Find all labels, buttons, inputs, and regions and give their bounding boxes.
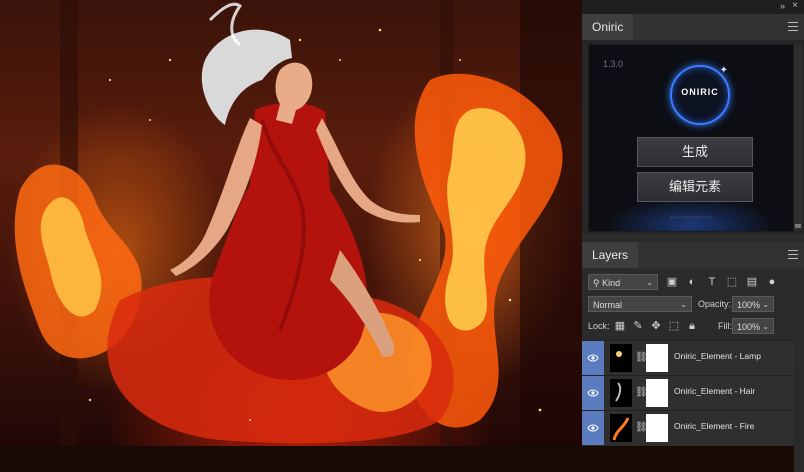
canvas-artwork: [14, 0, 582, 446]
adjustment-filter-icon[interactable]: ◐: [686, 276, 698, 288]
layers-menu-icon[interactable]: [788, 250, 798, 259]
layer-mask-thumbnail[interactable]: [646, 379, 668, 407]
visibility-toggle[interactable]: [582, 376, 604, 410]
website-link[interactable]: www.oniricsoft.com: [589, 215, 793, 221]
tab-layers[interactable]: Layers: [582, 242, 639, 268]
oniric-tab-row: Oniric: [582, 14, 804, 40]
lock-all-icon[interactable]: 🔒︎: [686, 320, 698, 332]
generate-button[interactable]: 生成: [637, 137, 753, 167]
lock-label: Lock:: [588, 321, 610, 331]
chevron-down-icon: ⌄: [680, 300, 687, 309]
layer-name[interactable]: Oniric_Element - Hair: [674, 386, 755, 396]
blend-mode-value: Normal: [593, 300, 623, 310]
layer-thumbnail: [610, 414, 632, 442]
filter-toggle-icon[interactable]: ●: [766, 276, 778, 288]
opacity-value: 100%: [737, 300, 761, 310]
fill-label: Fill:: [718, 321, 732, 331]
opacity-label: Opacity:: [698, 299, 732, 309]
layer-row[interactable]: ⛓ Oniric_Element - Hair: [582, 375, 794, 410]
collapse-panels-icon[interactable]: »: [780, 1, 785, 11]
tab-oniric[interactable]: Oniric: [582, 14, 634, 40]
visibility-toggle[interactable]: [582, 411, 604, 445]
chevron-down-icon: ⌄: [762, 322, 769, 331]
layer-mask-thumbnail[interactable]: [646, 344, 668, 372]
eye-icon: [587, 424, 599, 432]
layers-scrollbar[interactable]: [794, 366, 804, 472]
document-canvas[interactable]: [0, 0, 582, 446]
logo-text: ONIRIC: [681, 87, 719, 97]
oniric-logo: ONIRIC ✦: [670, 65, 730, 125]
lock-image-icon[interactable]: ✎: [632, 320, 644, 332]
plugin-scrollbar[interactable]: [794, 44, 802, 230]
sparkle-icon: ✦: [719, 65, 728, 76]
layer-name[interactable]: Oniric_Element - Fire: [674, 421, 754, 431]
blend-mode-select[interactable]: Normal ⌄: [588, 296, 692, 312]
lock-row: Lock: ▦ ✎ ✥ ⬚ 🔒︎ Fill: 100% ⌄: [582, 318, 804, 334]
pixel-filter-icon[interactable]: ▣: [666, 276, 678, 288]
layers-tab-row: Layers: [582, 242, 804, 268]
type-filter-icon[interactable]: T: [706, 276, 718, 288]
filter-kind-label: Kind: [602, 278, 621, 288]
dock-title-bar[interactable]: » ×: [582, 0, 804, 14]
fill-field[interactable]: 100% ⌄: [732, 318, 774, 334]
oniric-plugin-body: 1.3.0 ONIRIC ✦ 生成 编辑元素 www.oniricsoft.co…: [588, 44, 794, 232]
shape-filter-icon[interactable]: ⬚: [726, 276, 738, 288]
opacity-field[interactable]: 100% ⌄: [732, 296, 774, 312]
blend-row: Normal ⌄ Opacity: 100% ⌄: [582, 296, 804, 312]
oniric-plugin-panel: 1.3.0 ONIRIC ✦ 生成 编辑元素 www.oniricsoft.co…: [582, 40, 804, 234]
edit-elements-button[interactable]: 编辑元素: [637, 172, 753, 202]
right-panel-dock: » × Oniric 1.3.0 ONIRIC ✦ 生成 编辑元素 www.on…: [582, 0, 804, 472]
layer-mask-thumbnail[interactable]: [646, 414, 668, 442]
lock-transparent-icon[interactable]: ▦: [614, 320, 626, 332]
layers-panel: ⚲ Kind ⌄ ▣ ◐ T ⬚ ▤ ● Normal ⌄ Opacity: 1…: [582, 268, 804, 472]
plugin-version: 1.3.0: [603, 59, 624, 69]
layer-thumbnail: [610, 379, 632, 407]
lock-artboard-icon[interactable]: ⬚: [668, 320, 680, 332]
chevron-down-icon: ⌄: [646, 278, 653, 287]
panel-menu-icon[interactable]: [788, 22, 798, 31]
search-icon: ⚲: [593, 278, 603, 288]
layer-filter-row: ⚲ Kind ⌄ ▣ ◐ T ⬚ ▤ ●: [582, 274, 804, 290]
visibility-toggle[interactable]: [582, 341, 604, 375]
chevron-down-icon: ⌄: [762, 300, 769, 309]
layer-row[interactable]: ⛓ Oniric_Element - Fire: [582, 410, 794, 445]
lock-position-icon[interactable]: ✥: [650, 320, 662, 332]
layer-thumbnail: [610, 344, 632, 372]
layer-name[interactable]: Oniric_Element - Lamp: [674, 351, 761, 361]
fill-value: 100%: [737, 322, 761, 332]
layer-row[interactable]: ⛓ Oniric_Element - Lamp: [582, 340, 794, 375]
close-icon[interactable]: ×: [792, 0, 798, 11]
eye-icon: [587, 354, 599, 362]
eye-icon: [587, 389, 599, 397]
filter-kind-select[interactable]: ⚲ Kind ⌄: [588, 274, 658, 290]
smart-object-filter-icon[interactable]: ▤: [746, 276, 758, 288]
